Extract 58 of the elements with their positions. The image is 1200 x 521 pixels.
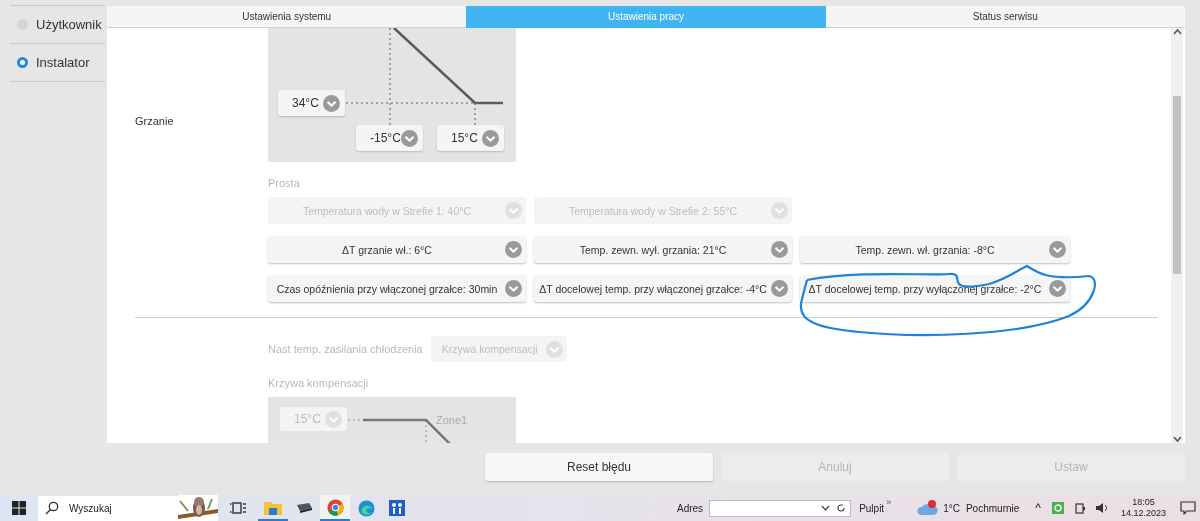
action-button[interactable]: Reset błędu (485, 453, 713, 481)
chevron-down-icon (545, 340, 563, 358)
search-bar[interactable]: Wyszukaj (38, 495, 218, 521)
tray-expand-button[interactable]: ^ (1035, 501, 1041, 515)
role-radio-item[interactable]: Instalator (10, 43, 105, 82)
chevron-down-icon (325, 410, 342, 428)
chevron-down-icon (505, 241, 522, 258)
network-icon[interactable] (1072, 501, 1087, 515)
zone-label: Zone1 (436, 414, 468, 426)
temperature-dropdown[interactable]: 34°C (278, 90, 345, 116)
tab[interactable]: Ustawienia systemu (107, 6, 467, 28)
setting-dropdown[interactable]: Czas opóźnienia przy włączonej grzałce: 30min (268, 275, 526, 302)
mode-label: Prosta (268, 177, 301, 189)
setting-dropdown[interactable]: ΔT docelowej temp. przy włączonej grzałce: -4°C (534, 275, 792, 302)
toolbar-more-button[interactable]: » (886, 497, 892, 507)
clock-time[interactable]: 18:05 (1132, 497, 1155, 508)
section-label: Grzanie (134, 114, 175, 129)
chevron-down-icon (771, 280, 788, 297)
role-radio-item[interactable]: Użytkownik (10, 5, 105, 43)
notifications-icon[interactable] (1180, 501, 1196, 515)
chevron-down-icon (401, 129, 418, 147)
chevron-down-icon (482, 129, 499, 147)
curve-label: Krzywa kompensacji (268, 377, 370, 389)
speaker-icon[interactable] (1094, 501, 1109, 515)
chevron-down-icon (1049, 280, 1066, 297)
refresh-icon (836, 503, 847, 513)
chevron-down-icon (323, 94, 340, 112)
scroll-thumb[interactable] (1173, 96, 1181, 274)
browser-app-icon[interactable] (320, 495, 350, 521)
clock-date[interactable]: 14.12.2023 (1120, 508, 1166, 519)
search-icon (45, 501, 59, 515)
caret-icon (821, 505, 831, 511)
setting-dropdown[interactable]: Temp. zewn. wył. grzania: 21°C (534, 236, 792, 263)
scroll-down-icon[interactable] (1171, 435, 1183, 443)
setting-dropdown[interactable]: ΔT docelowej temp. przy wyłączonej grzałce: -2°C (800, 275, 1070, 302)
sync-icon[interactable] (1050, 501, 1065, 515)
search-field[interactable]: Wyszukaj (67, 501, 170, 515)
chevron-down-icon (771, 241, 788, 258)
chevron-down-icon (505, 202, 522, 219)
task-view-icon[interactable] (230, 501, 246, 515)
temperature-dropdown[interactable]: 15°C (437, 125, 504, 151)
scroll-up-icon[interactable] (1171, 28, 1183, 36)
weather-condition: Pochmurnie (965, 502, 1020, 514)
toolbar-label[interactable]: Pulpit (859, 502, 885, 514)
cloud-icon[interactable] (917, 500, 940, 516)
setting-dropdown[interactable]: Temp. zewn. wł. grzania: -8°C (800, 236, 1070, 263)
temperature-dropdown[interactable]: -15°C (356, 125, 423, 151)
address-label: Adres (677, 502, 704, 514)
radio-icon (17, 57, 28, 68)
setting-dropdown[interactable]: ΔT grzanie wł.: 6°C (268, 236, 526, 263)
tab[interactable]: Status serwisu (825, 6, 1185, 28)
chevron-down-icon (505, 280, 522, 297)
setting-label: Nast temp. zasilania chłodzenia (268, 343, 423, 355)
chevron-down-icon (1049, 241, 1066, 258)
weather-temperature: 1°C (943, 502, 960, 514)
windows-start-icon[interactable] (12, 501, 26, 515)
address-field[interactable] (709, 499, 852, 517)
chevron-down-icon (771, 202, 788, 219)
